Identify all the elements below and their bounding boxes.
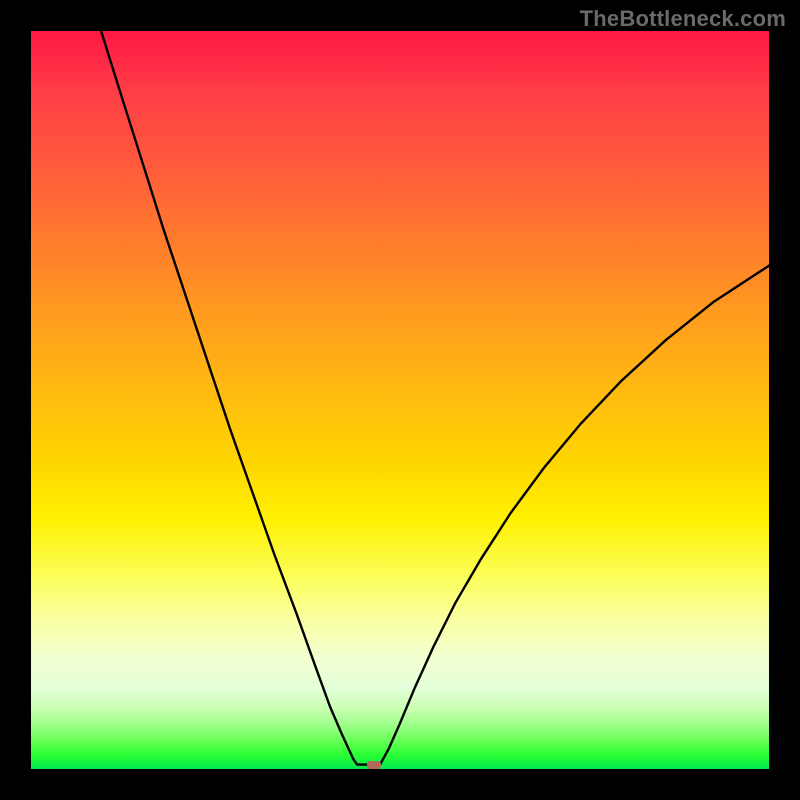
bottleneck-curve [31,31,769,769]
chart-plot-area [31,31,769,769]
right-branch-path [380,266,769,765]
left-branch-path [101,31,357,765]
optimal-point-marker [367,761,381,769]
watermark-text: TheBottleneck.com [580,6,786,32]
